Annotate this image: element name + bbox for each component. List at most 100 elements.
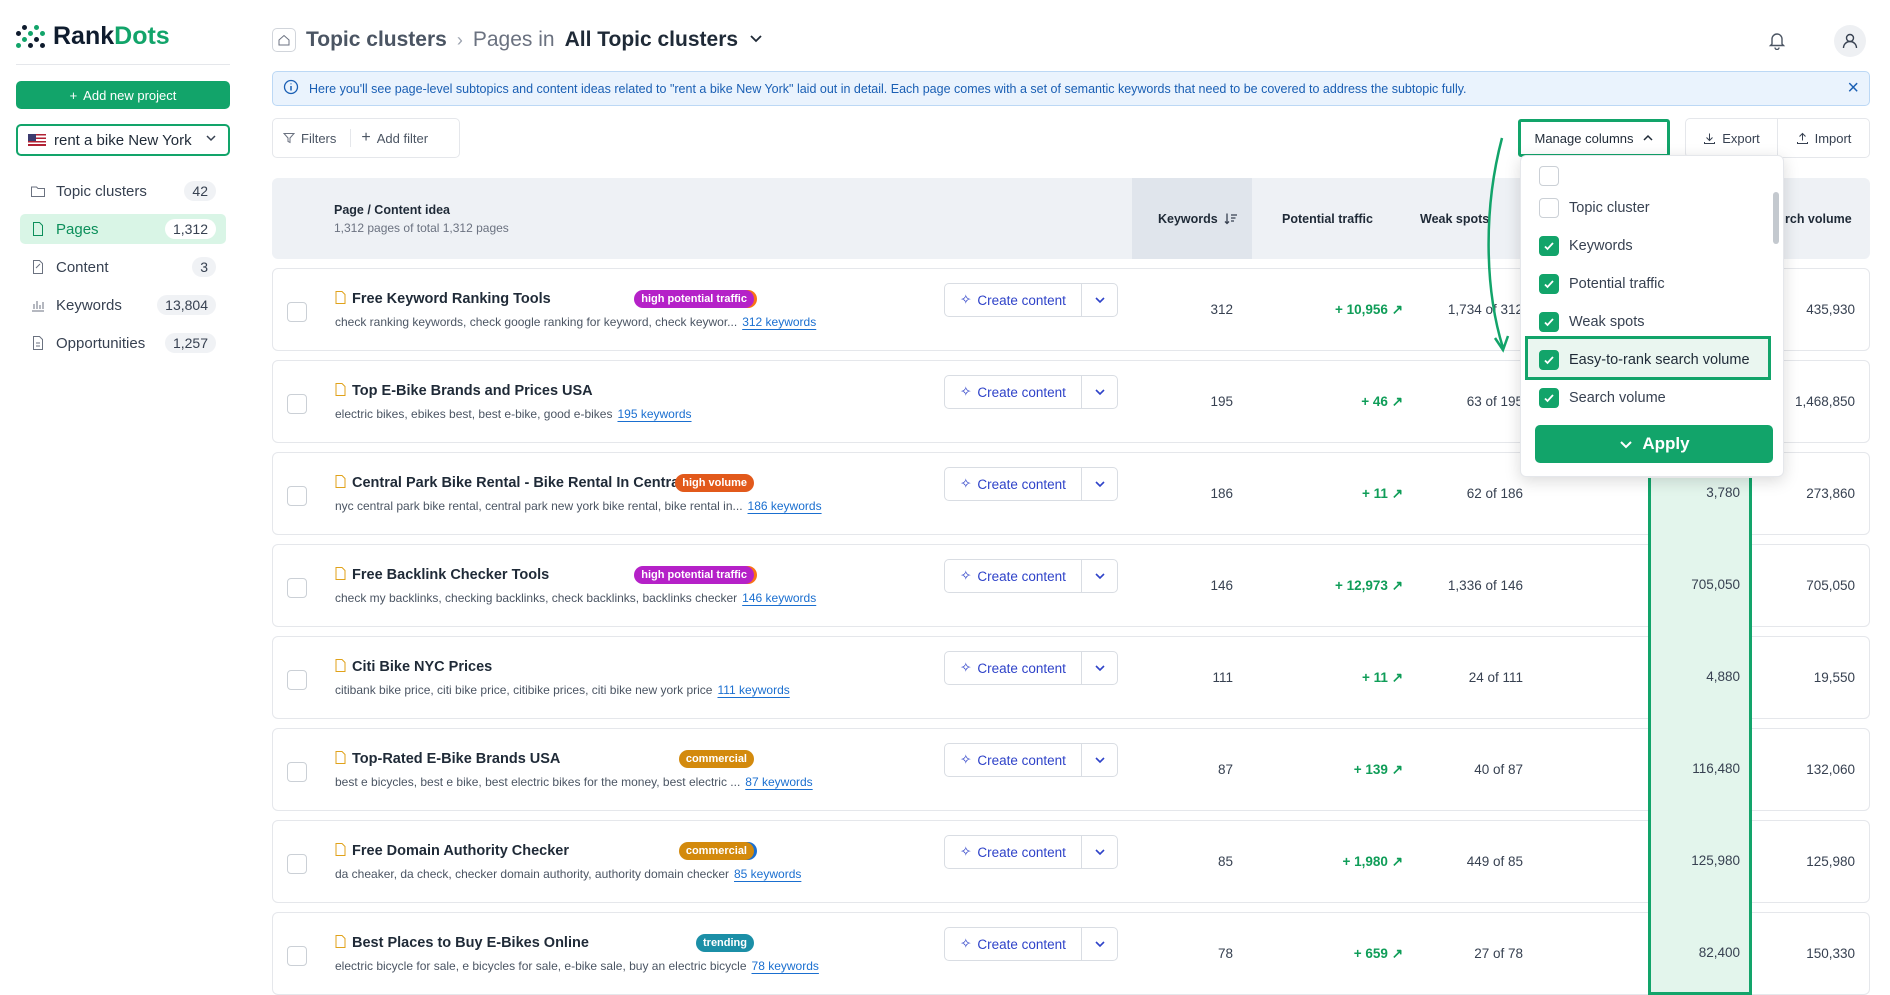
row-title[interactable]: Free Backlink Checker Tools (352, 567, 549, 583)
row-keywords-link[interactable]: 111 keywords (717, 683, 789, 697)
row-checkbox[interactable] (287, 762, 307, 782)
table-row[interactable]: Free Domain Authority Checker commercial d… (272, 820, 1870, 903)
column-option[interactable]: Keywords (1539, 235, 1633, 257)
breadcrumb-topic-clusters[interactable]: Topic clusters (306, 28, 447, 52)
row-title[interactable]: Citi Bike NYC Prices (352, 659, 492, 675)
breadcrumb-cluster-select[interactable]: All Topic clusters (565, 28, 739, 52)
column-option[interactable] (1539, 165, 1569, 187)
sparkle-icon: ✧ (960, 844, 972, 859)
checkbox-checked-icon[interactable] (1539, 350, 1559, 370)
sidebar-item-keywords[interactable]: Keywords 13,804 (20, 290, 226, 320)
row-checkbox[interactable] (287, 946, 307, 966)
create-content-menu-button[interactable] (1081, 468, 1117, 500)
document-icon (335, 751, 346, 767)
home-icon[interactable] (272, 28, 296, 52)
checkbox-checked-icon[interactable] (1539, 274, 1559, 294)
add-filter-button[interactable]: + Add filter (350, 129, 428, 147)
row-title[interactable]: Best Places to Buy E-Bikes Online (352, 935, 589, 951)
create-content-menu-button[interactable] (1081, 744, 1117, 776)
table-row[interactable]: Citi Bike NYC Prices citibank bike price,… (272, 636, 1870, 719)
row-keywords-link[interactable]: 87 keywords (745, 775, 812, 789)
create-content-button[interactable]: ✧ Create content (945, 376, 1081, 408)
plus-icon: + (69, 87, 78, 103)
filters-button[interactable]: Filters (283, 131, 336, 146)
chevron-down-icon[interactable] (748, 28, 764, 52)
column-option[interactable]: Easy-to-rank search volume (1539, 349, 1750, 371)
sparkle-icon: ✧ (960, 752, 972, 767)
create-content-button[interactable]: ✧ Create content (945, 744, 1081, 776)
create-content-label: Create content (977, 476, 1066, 492)
create-content-menu-button[interactable] (1081, 836, 1117, 868)
row-title[interactable]: Top-Rated E-Bike Brands USA (352, 751, 560, 767)
trend-up-icon: ↗ (1391, 946, 1403, 961)
sidebar-divider (16, 64, 230, 65)
project-select[interactable]: rent a bike New York (16, 124, 230, 156)
column-option[interactable]: Potential traffic (1539, 273, 1665, 295)
create-content-menu-button[interactable] (1081, 376, 1117, 408)
header-potential-traffic[interactable]: Potential traffic (1282, 178, 1373, 259)
create-content-menu-button[interactable] (1081, 560, 1117, 592)
sidebar-item-content[interactable]: Content 3 (20, 252, 226, 282)
create-content-menu-button[interactable] (1081, 928, 1117, 960)
create-content-button[interactable]: ✧ Create content (945, 836, 1081, 868)
create-content-menu-button[interactable] (1081, 652, 1117, 684)
row-title[interactable]: Central Park Bike Rental - Bike Rental I… (352, 475, 719, 491)
sparkle-icon: ✧ (960, 936, 972, 951)
table-row[interactable]: Free Backlink Checker Tools high potentia… (272, 544, 1870, 627)
row-title[interactable]: Free Domain Authority Checker (352, 843, 569, 859)
row-keywords-link[interactable]: 146 keywords (742, 591, 816, 605)
checkbox-checked-icon[interactable] (1539, 312, 1559, 332)
row-title[interactable]: Top E-Bike Brands and Prices USA (352, 383, 593, 399)
row-checkbox[interactable] (287, 670, 307, 690)
create-content-button[interactable]: ✧ Create content (945, 928, 1081, 960)
header-keywords[interactable]: Keywords (1158, 178, 1238, 259)
create-content-button[interactable]: ✧ Create content (945, 468, 1081, 500)
row-weak-spots: 63 of 195 (1466, 394, 1523, 409)
create-content-button[interactable]: ✧ Create content (945, 652, 1081, 684)
create-content-split-button: ✧ Create content (944, 559, 1118, 593)
create-content-menu-button[interactable] (1081, 284, 1117, 316)
row-weak-spots: 62 of 186 (1466, 486, 1523, 501)
close-icon[interactable]: × (1847, 77, 1859, 100)
upload-icon (1796, 132, 1808, 144)
sort-desc-icon (1224, 213, 1237, 224)
export-button[interactable]: Export (1686, 119, 1777, 157)
checkbox-checked-icon[interactable] (1539, 236, 1559, 256)
sidebar-item-opportunities[interactable]: Opportunities 1,257 (20, 328, 226, 358)
row-checkbox[interactable] (287, 578, 307, 598)
row-keywords-link[interactable]: 186 keywords (748, 499, 822, 513)
dropdown-scrollbar[interactable] (1773, 192, 1779, 244)
row-checkbox[interactable] (287, 486, 307, 506)
row-keywords-link[interactable]: 312 keywords (742, 315, 816, 329)
row-keywords-link[interactable]: 195 keywords (617, 407, 691, 421)
filters-label: Filters (301, 130, 337, 146)
row-title[interactable]: Free Keyword Ranking Tools (352, 291, 551, 307)
checkbox-checked-icon[interactable] (1539, 388, 1559, 408)
column-option[interactable]: Topic cluster (1539, 197, 1650, 219)
apply-button[interactable]: Apply (1535, 425, 1773, 463)
table-row[interactable]: Best Places to Buy E-Bikes Online trendin… (272, 912, 1870, 995)
row-checkbox[interactable] (287, 302, 307, 322)
checkbox-icon[interactable] (1539, 166, 1559, 186)
logo[interactable]: RankDots (16, 22, 170, 51)
create-content-button[interactable]: ✧ Create content (945, 284, 1081, 316)
import-button[interactable]: Import (1777, 119, 1869, 157)
checkbox-icon[interactable] (1539, 198, 1559, 218)
row-checkbox[interactable] (287, 854, 307, 874)
sidebar-item-pages[interactable]: Pages 1,312 (20, 214, 226, 244)
row-keywords-link[interactable]: 78 keywords (752, 959, 819, 973)
manage-columns-button[interactable]: Manage columns (1518, 119, 1670, 157)
sidebar-item-topic-clusters[interactable]: Topic clusters 42 (20, 176, 226, 206)
row-easy-to-rank-volume: 3,780 (1706, 485, 1740, 500)
bell-icon[interactable] (1768, 30, 1786, 53)
header-weak-spots[interactable]: Weak spots (1420, 178, 1489, 259)
header-search-volume[interactable]: rch volume (1785, 178, 1852, 259)
add-project-button[interactable]: + Add new project (16, 81, 230, 109)
column-option[interactable]: Weak spots (1539, 311, 1645, 333)
row-checkbox[interactable] (287, 394, 307, 414)
row-keywords-link[interactable]: 85 keywords (734, 867, 801, 881)
table-row[interactable]: Top-Rated E-Bike Brands USA commercial bes… (272, 728, 1870, 811)
user-avatar-icon[interactable] (1834, 25, 1866, 57)
column-option[interactable]: Search volume (1539, 387, 1666, 409)
create-content-button[interactable]: ✧ Create content (945, 560, 1081, 592)
